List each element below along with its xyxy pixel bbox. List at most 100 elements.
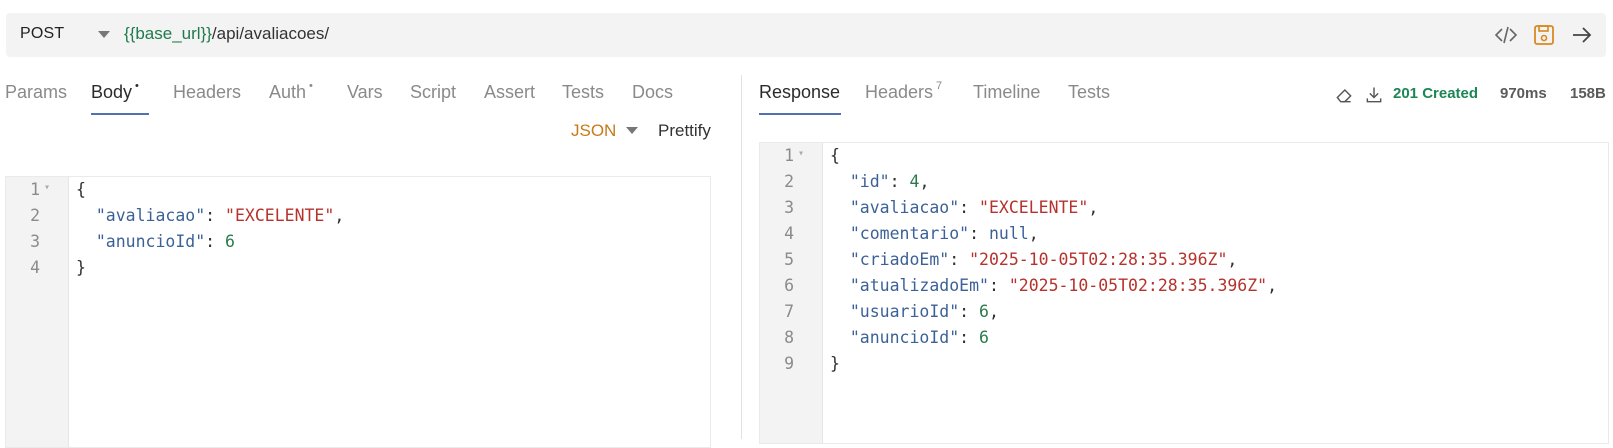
line-number: 4 bbox=[784, 224, 794, 243]
pane-divider[interactable] bbox=[741, 75, 742, 439]
code-token: , bbox=[1088, 198, 1099, 217]
code-line: 1 ▾ { bbox=[760, 146, 1608, 172]
tab-label: Docs bbox=[632, 82, 674, 102]
code-line: 8 "anuncioId": 6 bbox=[760, 328, 1608, 354]
request-body-editor[interactable]: 1 ▾ {2 "avaliacao": "EXCELENTE", 3 "anuncio… bbox=[5, 176, 711, 448]
line-number: 8 bbox=[784, 328, 794, 347]
fold-icon[interactable]: ▾ bbox=[44, 182, 50, 193]
code-line: 5 "criadoEm": "2025-10-05T02:28:35.396Z"… bbox=[760, 250, 1608, 276]
tab-response-tests[interactable]: Tests bbox=[1068, 82, 1110, 103]
active-tab-indicator bbox=[759, 113, 841, 115]
status-code: 201 Created bbox=[1393, 85, 1479, 102]
tab-badge: 7 bbox=[936, 80, 943, 92]
code-text: { bbox=[830, 146, 840, 165]
code-token: , bbox=[988, 302, 999, 321]
tab-badge: • bbox=[135, 80, 139, 92]
code-token: "comentario" bbox=[849, 224, 970, 243]
code-token: : bbox=[959, 198, 980, 217]
code-token: 4 bbox=[909, 172, 920, 191]
chevron-down-icon[interactable] bbox=[98, 31, 110, 38]
line-number: 1 bbox=[784, 146, 794, 165]
fold-icon[interactable]: ▾ bbox=[798, 148, 804, 159]
code-line: 7 "usuarioId": 6, bbox=[760, 302, 1608, 328]
code-line: 9} bbox=[760, 354, 1608, 380]
method-select[interactable]: POST bbox=[20, 25, 64, 43]
code-token: "EXCELENTE" bbox=[979, 198, 1089, 217]
code-token: , bbox=[1227, 250, 1238, 269]
tab-label: Headers bbox=[173, 82, 242, 102]
tab-assert[interactable]: Assert bbox=[484, 82, 535, 103]
code-token: "avaliacao" bbox=[849, 198, 960, 217]
code-token: 6 bbox=[979, 302, 989, 321]
tab-headers[interactable]: Headers bbox=[173, 82, 241, 103]
code-token: , bbox=[1267, 276, 1278, 295]
tab-timeline[interactable]: Timeline bbox=[973, 82, 1040, 103]
code-text: "comentario": null, bbox=[830, 224, 1039, 243]
code-token: : bbox=[959, 302, 980, 321]
tab-label: Timeline bbox=[973, 82, 1041, 102]
code-token: : bbox=[889, 172, 910, 191]
line-number: 5 bbox=[784, 250, 794, 269]
line-number: 2 bbox=[784, 172, 794, 191]
code-token: "atualizadoEm" bbox=[849, 276, 989, 295]
code-token: "usuarioId" bbox=[849, 302, 960, 321]
line-number: 1 bbox=[30, 180, 40, 199]
tab-vars[interactable]: Vars bbox=[347, 82, 383, 103]
tab-params[interactable]: Params bbox=[5, 82, 67, 103]
code-line: 4 "comentario": null, bbox=[760, 224, 1608, 250]
tab-auth[interactable]: Auth • bbox=[269, 80, 313, 103]
code-text: "atualizadoEm": "2025-10-05T02:28:35.396… bbox=[830, 276, 1277, 295]
tab-script[interactable]: Script bbox=[410, 82, 456, 103]
code-token: "anuncioId" bbox=[849, 328, 960, 347]
tab-response-headers[interactable]: Headers 7 bbox=[865, 80, 943, 103]
code-text: "avaliacao": "EXCELENTE", bbox=[76, 206, 344, 225]
code-text: "id": 4, bbox=[830, 172, 930, 191]
body-format-select[interactable]: JSON bbox=[571, 121, 616, 141]
tab-docs[interactable]: Docs bbox=[632, 82, 673, 103]
url-input[interactable]: {{base_url}}/api/avaliacoes/ bbox=[124, 24, 329, 44]
code-line: 3 "anuncioId": 6 bbox=[6, 232, 710, 258]
tab-body[interactable]: Body • bbox=[91, 80, 139, 103]
line-number: 9 bbox=[784, 354, 794, 373]
response-body-viewer[interactable]: 1 ▾{2 "id": 4, 3 "avaliacao": "EXCELENTE",… bbox=[759, 142, 1609, 444]
eraser-icon[interactable] bbox=[1334, 85, 1354, 105]
tab-label: Vars bbox=[347, 82, 383, 102]
code-token: 6 bbox=[225, 232, 235, 251]
save-icon[interactable] bbox=[1532, 23, 1556, 47]
code-token: : bbox=[988, 276, 1009, 295]
arrow-right-icon[interactable] bbox=[1570, 23, 1594, 47]
code-text: } bbox=[830, 354, 840, 373]
code-text: "avaliacao": "EXCELENTE", bbox=[830, 198, 1098, 217]
code-token: : bbox=[949, 250, 970, 269]
code-token: : bbox=[205, 206, 226, 225]
url-variable: {{base_url}} bbox=[124, 24, 212, 43]
code-token: : bbox=[959, 328, 980, 347]
tab-label: Tests bbox=[562, 82, 605, 102]
active-tab-indicator bbox=[91, 113, 149, 115]
code-token: "2025-10-05T02:28:35.396Z" bbox=[1008, 276, 1268, 295]
download-icon[interactable] bbox=[1364, 85, 1384, 105]
line-number: 6 bbox=[784, 276, 794, 295]
line-number: 7 bbox=[784, 302, 794, 321]
tab-tests[interactable]: Tests bbox=[562, 82, 604, 103]
tab-response[interactable]: Response bbox=[759, 82, 840, 103]
code-line: 1 ▾ { bbox=[6, 180, 710, 206]
tab-label: Assert bbox=[484, 82, 536, 102]
line-number: 3 bbox=[30, 232, 40, 251]
code-token: "2025-10-05T02:28:35.396Z" bbox=[969, 250, 1228, 269]
code-token: { bbox=[76, 180, 86, 199]
code-text: "anuncioId": 6 bbox=[830, 328, 989, 347]
code-line: 2 "id": 4, bbox=[760, 172, 1608, 198]
code-token: 6 bbox=[979, 328, 989, 347]
code-text: "anuncioId": 6 bbox=[76, 232, 235, 251]
prettify-button[interactable]: Prettify bbox=[658, 121, 711, 141]
chevron-down-icon[interactable] bbox=[626, 127, 638, 134]
code-icon[interactable] bbox=[1494, 23, 1518, 47]
code-line: 3 "avaliacao": "EXCELENTE", bbox=[760, 198, 1608, 224]
tab-label: Response bbox=[759, 82, 841, 102]
code-line: 2 "avaliacao": "EXCELENTE", bbox=[6, 206, 710, 232]
